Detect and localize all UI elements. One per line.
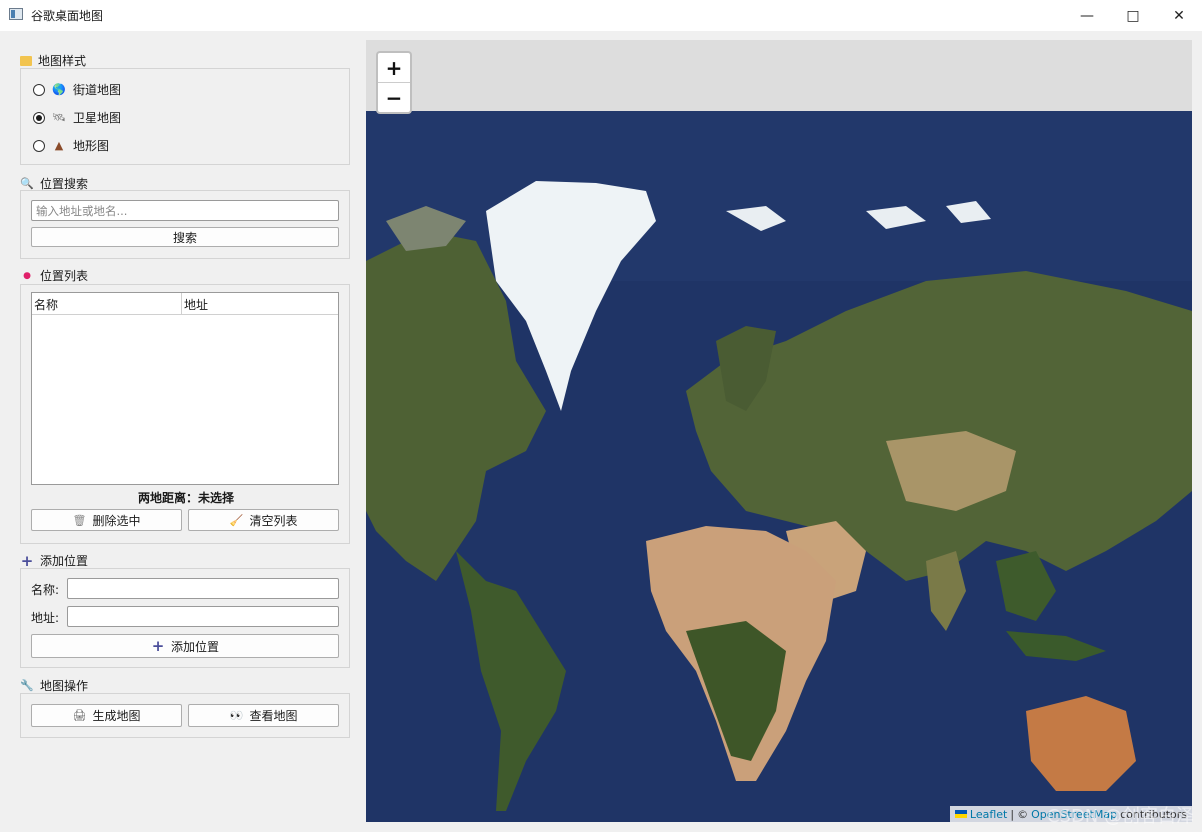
plus-icon: + [151, 637, 165, 655]
location-table[interactable]: 名称 地址 [31, 292, 339, 485]
close-button[interactable]: ✕ [1156, 0, 1202, 31]
magnifier-icon: 🔍 [20, 177, 34, 190]
map-style-title: 地图样式 [20, 52, 86, 69]
add-location-group: 名称: 地址: + 添加位置 [20, 568, 350, 668]
table-header: 名称 地址 [32, 293, 338, 315]
zoom-in-button[interactable]: + [378, 53, 410, 83]
search-button[interactable]: 搜索 [31, 227, 339, 247]
plus-icon: + [20, 551, 34, 570]
watermark: CSDN @创客白泽 [1046, 806, 1194, 827]
name-label: 名称: [31, 583, 60, 597]
radio-button[interactable] [33, 111, 45, 124]
leaflet-link[interactable]: Leaflet [970, 808, 1007, 821]
search-input[interactable] [31, 200, 339, 221]
ukraine-flag-icon [954, 810, 967, 818]
title-bar: 谷歌桌面地图 — □ ✕ [0, 0, 1202, 31]
address-field[interactable] [67, 606, 339, 627]
distance-readout: 两地距离：未选择 [137, 491, 235, 505]
mountain-icon: ▲ [54, 139, 64, 152]
satellite-icon: 🛰 [52, 111, 66, 124]
folder-icon [20, 55, 32, 66]
maximize-button[interactable]: □ [1110, 0, 1156, 31]
window-title: 谷歌桌面地图 [31, 9, 104, 23]
zoom-out-button[interactable]: − [378, 83, 410, 112]
map-style-group: 🌎 街道地图 🛰 卫星地图 ▲ 地形图 [20, 68, 350, 165]
clear-list-button[interactable]: 🧹 清空列表 [188, 509, 339, 531]
name-field[interactable] [67, 578, 339, 599]
printer-icon: 🖨 [72, 709, 87, 722]
eyes-icon: 👀 [229, 709, 244, 722]
app-icon [9, 8, 23, 20]
radio-terrain-map[interactable]: ▲ 地形图 [33, 137, 109, 154]
copyright-icon: © [1017, 807, 1029, 821]
add-location-button[interactable]: + 添加位置 [31, 634, 339, 658]
trash-icon: 🗑 [72, 513, 87, 527]
tools-icon: 🔧 [20, 679, 34, 692]
generate-map-button[interactable]: 🖨 生成地图 [31, 704, 182, 727]
address-label: 地址: [31, 611, 60, 625]
satellite-world-map[interactable] [366, 111, 1192, 822]
location-list-title: ● 位置列表 [20, 267, 88, 284]
map-ops-group: 🖨 生成地图 👀 查看地图 [20, 693, 350, 738]
column-header-address[interactable]: 地址 [182, 293, 210, 314]
zoom-control: + − [376, 51, 412, 114]
map-view[interactable]: + − Leaflet | © OpenStreetMap contributo… [366, 40, 1192, 822]
delete-selected-button[interactable]: 🗑 删除选中 [31, 509, 182, 531]
search-group: 搜索 [20, 190, 350, 259]
minimize-button[interactable]: — [1064, 0, 1110, 31]
map-ops-title: 🔧 地图操作 [20, 679, 89, 693]
broom-icon: 🧹 [229, 513, 244, 527]
view-map-button[interactable]: 👀 查看地图 [188, 704, 339, 727]
radio-satellite-map[interactable]: 🛰 卫星地图 [33, 109, 121, 126]
radio-button[interactable] [33, 139, 45, 152]
radio-street-map[interactable]: 🌎 街道地图 [33, 81, 121, 98]
control-panel: 地图样式 🌎 街道地图 🛰 卫星地图 ▲ 地形图 🔍 位置搜索 搜索 ● 位置列… [0, 31, 366, 832]
column-header-name[interactable]: 名称 [32, 293, 182, 314]
location-list-group: 名称 地址 两地距离：未选择 🗑 删除选中 🧹 清空列表 [20, 284, 350, 544]
pin-icon: ● [23, 270, 31, 281]
radio-button[interactable] [33, 83, 45, 96]
add-location-title: + 添加位置 [20, 551, 89, 570]
globe-icon: 🌎 [52, 83, 66, 96]
